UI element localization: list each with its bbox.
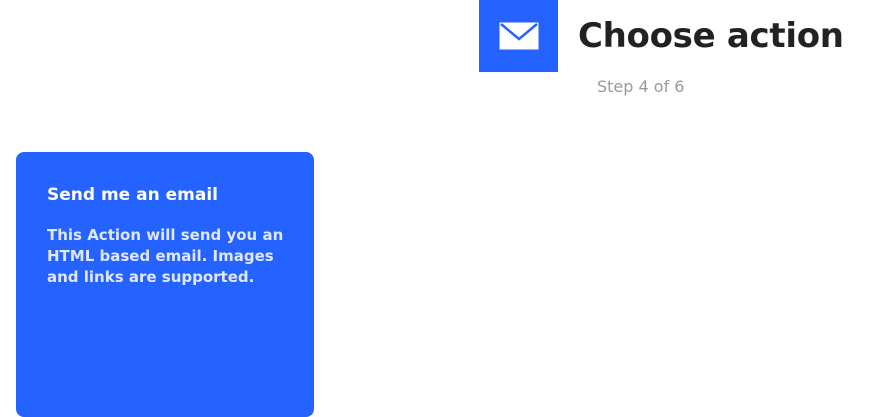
envelope-icon	[499, 22, 539, 50]
action-card-send-email[interactable]: Send me an email This Action will send y…	[16, 152, 314, 417]
step-indicator: Step 4 of 6	[597, 77, 685, 96]
service-icon-tile	[479, 0, 558, 72]
page-title: Choose action	[578, 16, 844, 56]
action-card-description: This Action will send you an HTML based …	[47, 226, 284, 286]
action-card-title: Send me an email	[47, 185, 218, 205]
